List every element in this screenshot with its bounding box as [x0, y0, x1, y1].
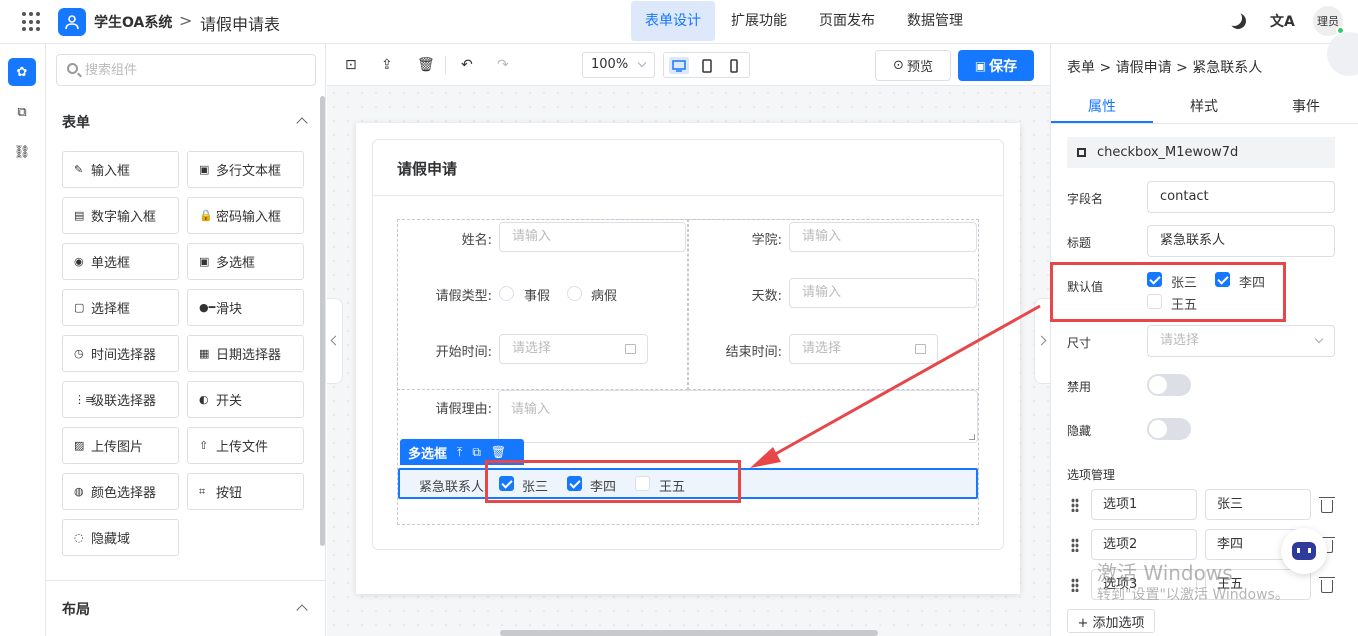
annotation-arrow — [750, 304, 1041, 468]
